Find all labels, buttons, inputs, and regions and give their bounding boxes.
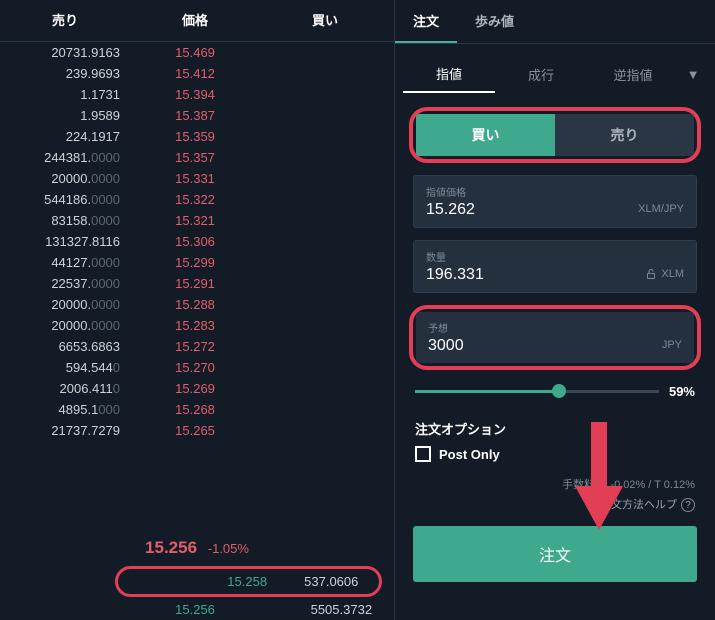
ask-row[interactable]: 20000.000015.288 [0, 294, 394, 315]
ask-row[interactable]: 20731.916315.469 [0, 42, 394, 63]
ask-row[interactable]: 224.191715.359 [0, 126, 394, 147]
estimate-value: 3000 [428, 337, 464, 355]
bid-row[interactable]: 15.258537.0606 [118, 571, 379, 592]
orderbook-mid: 15.256 -1.05% [0, 528, 394, 564]
top-tabs: 注文 歩み値 [395, 0, 715, 44]
estimate-label: 予想 [428, 320, 682, 335]
postonly-label: Post Only [439, 447, 500, 462]
ask-row[interactable]: 239.969315.412 [0, 63, 394, 84]
highlight-estimate: 予想 3000 JPY [409, 305, 701, 370]
header-sell: 売り [0, 10, 130, 29]
order-type-tabs: 指値 成行 逆指値 ▼ [395, 44, 715, 93]
help-link[interactable]: 注文方法ヘルプ? [395, 492, 715, 512]
ask-row[interactable]: 20000.000015.283 [0, 315, 394, 336]
ask-row[interactable]: 83158.000015.321 [0, 210, 394, 231]
bid-row[interactable]: 15.2565505.3732 [0, 599, 394, 620]
help-icon: ? [681, 498, 695, 512]
ask-row[interactable]: 544186.000015.322 [0, 189, 394, 210]
highlight-side: 買い 売り [409, 107, 701, 163]
postonly-checkbox[interactable] [415, 446, 431, 462]
price-label: 指値価格 [426, 184, 684, 199]
lock-icon [645, 268, 657, 280]
orderbook-bids: 15.258537.0606 15.2565505.3732 [0, 564, 394, 620]
tab-order[interactable]: 注文 [395, 0, 457, 43]
orderbook-rows: 20731.916315.469239.969315.4121.173115.3… [0, 42, 394, 528]
price-field[interactable]: 指値価格 15.262 XLM/JPY [413, 175, 697, 228]
qty-value: 196.331 [426, 266, 484, 284]
orderbook-header: 売り 価格 買い [0, 0, 394, 42]
ask-row[interactable]: 4895.100015.268 [0, 399, 394, 420]
tab-history[interactable]: 歩み値 [457, 0, 532, 43]
estimate-unit: JPY [662, 339, 682, 351]
allocation-slider[interactable]: 59% [395, 370, 715, 403]
highlight-best-bid: 15.258537.0606 [115, 566, 382, 597]
ask-row[interactable]: 20000.000015.331 [0, 168, 394, 189]
order-options: 注文オプション Post Only [395, 403, 715, 468]
orderbook-panel: 売り 価格 買い 20731.916315.469239.969315.4121… [0, 0, 395, 620]
price-unit: XLM/JPY [638, 203, 684, 215]
buy-button[interactable]: 買い [416, 114, 555, 156]
ask-row[interactable]: 131327.811615.306 [0, 231, 394, 252]
sell-button[interactable]: 売り [555, 114, 694, 156]
ask-row[interactable]: 44127.000015.299 [0, 252, 394, 273]
chevron-down-icon[interactable]: ▼ [679, 67, 707, 82]
ask-row[interactable]: 21737.727915.265 [0, 420, 394, 441]
ask-row[interactable]: 6653.686315.272 [0, 336, 394, 357]
fee-text: 手数料 M -0.02% / T 0.12% [395, 468, 715, 492]
ask-row[interactable]: 244381.000015.357 [0, 147, 394, 168]
ask-row[interactable]: 594.544015.270 [0, 357, 394, 378]
ask-row[interactable]: 1.958915.387 [0, 105, 394, 126]
tab-market[interactable]: 成行 [495, 57, 587, 92]
submit-button[interactable]: 注文 [413, 526, 697, 582]
order-panel: 注文 歩み値 指値 成行 逆指値 ▼ 買い 売り 指値価格 15.262 XLM… [395, 0, 715, 620]
header-buy: 買い [260, 10, 390, 29]
tab-stop[interactable]: 逆指値 [587, 57, 679, 92]
options-title: 注文オプション [415, 419, 695, 438]
slider-thumb[interactable] [552, 384, 566, 398]
mid-price: 15.256 [145, 538, 197, 557]
qty-field[interactable]: 数量 196.331 XLM [413, 240, 697, 293]
ask-row[interactable]: 22537.000015.291 [0, 273, 394, 294]
ask-row[interactable]: 2006.411015.269 [0, 378, 394, 399]
header-price: 価格 [130, 10, 260, 29]
price-value: 15.262 [426, 201, 475, 219]
qty-label: 数量 [426, 249, 684, 264]
side-buttons: 買い 売り [416, 114, 694, 156]
tab-limit[interactable]: 指値 [403, 56, 495, 93]
mid-change: -1.05% [208, 541, 249, 556]
estimate-field[interactable]: 予想 3000 JPY [416, 312, 694, 363]
ask-row[interactable]: 1.173115.394 [0, 84, 394, 105]
slider-percent: 59% [669, 384, 695, 399]
qty-unit: XLM [645, 268, 684, 280]
